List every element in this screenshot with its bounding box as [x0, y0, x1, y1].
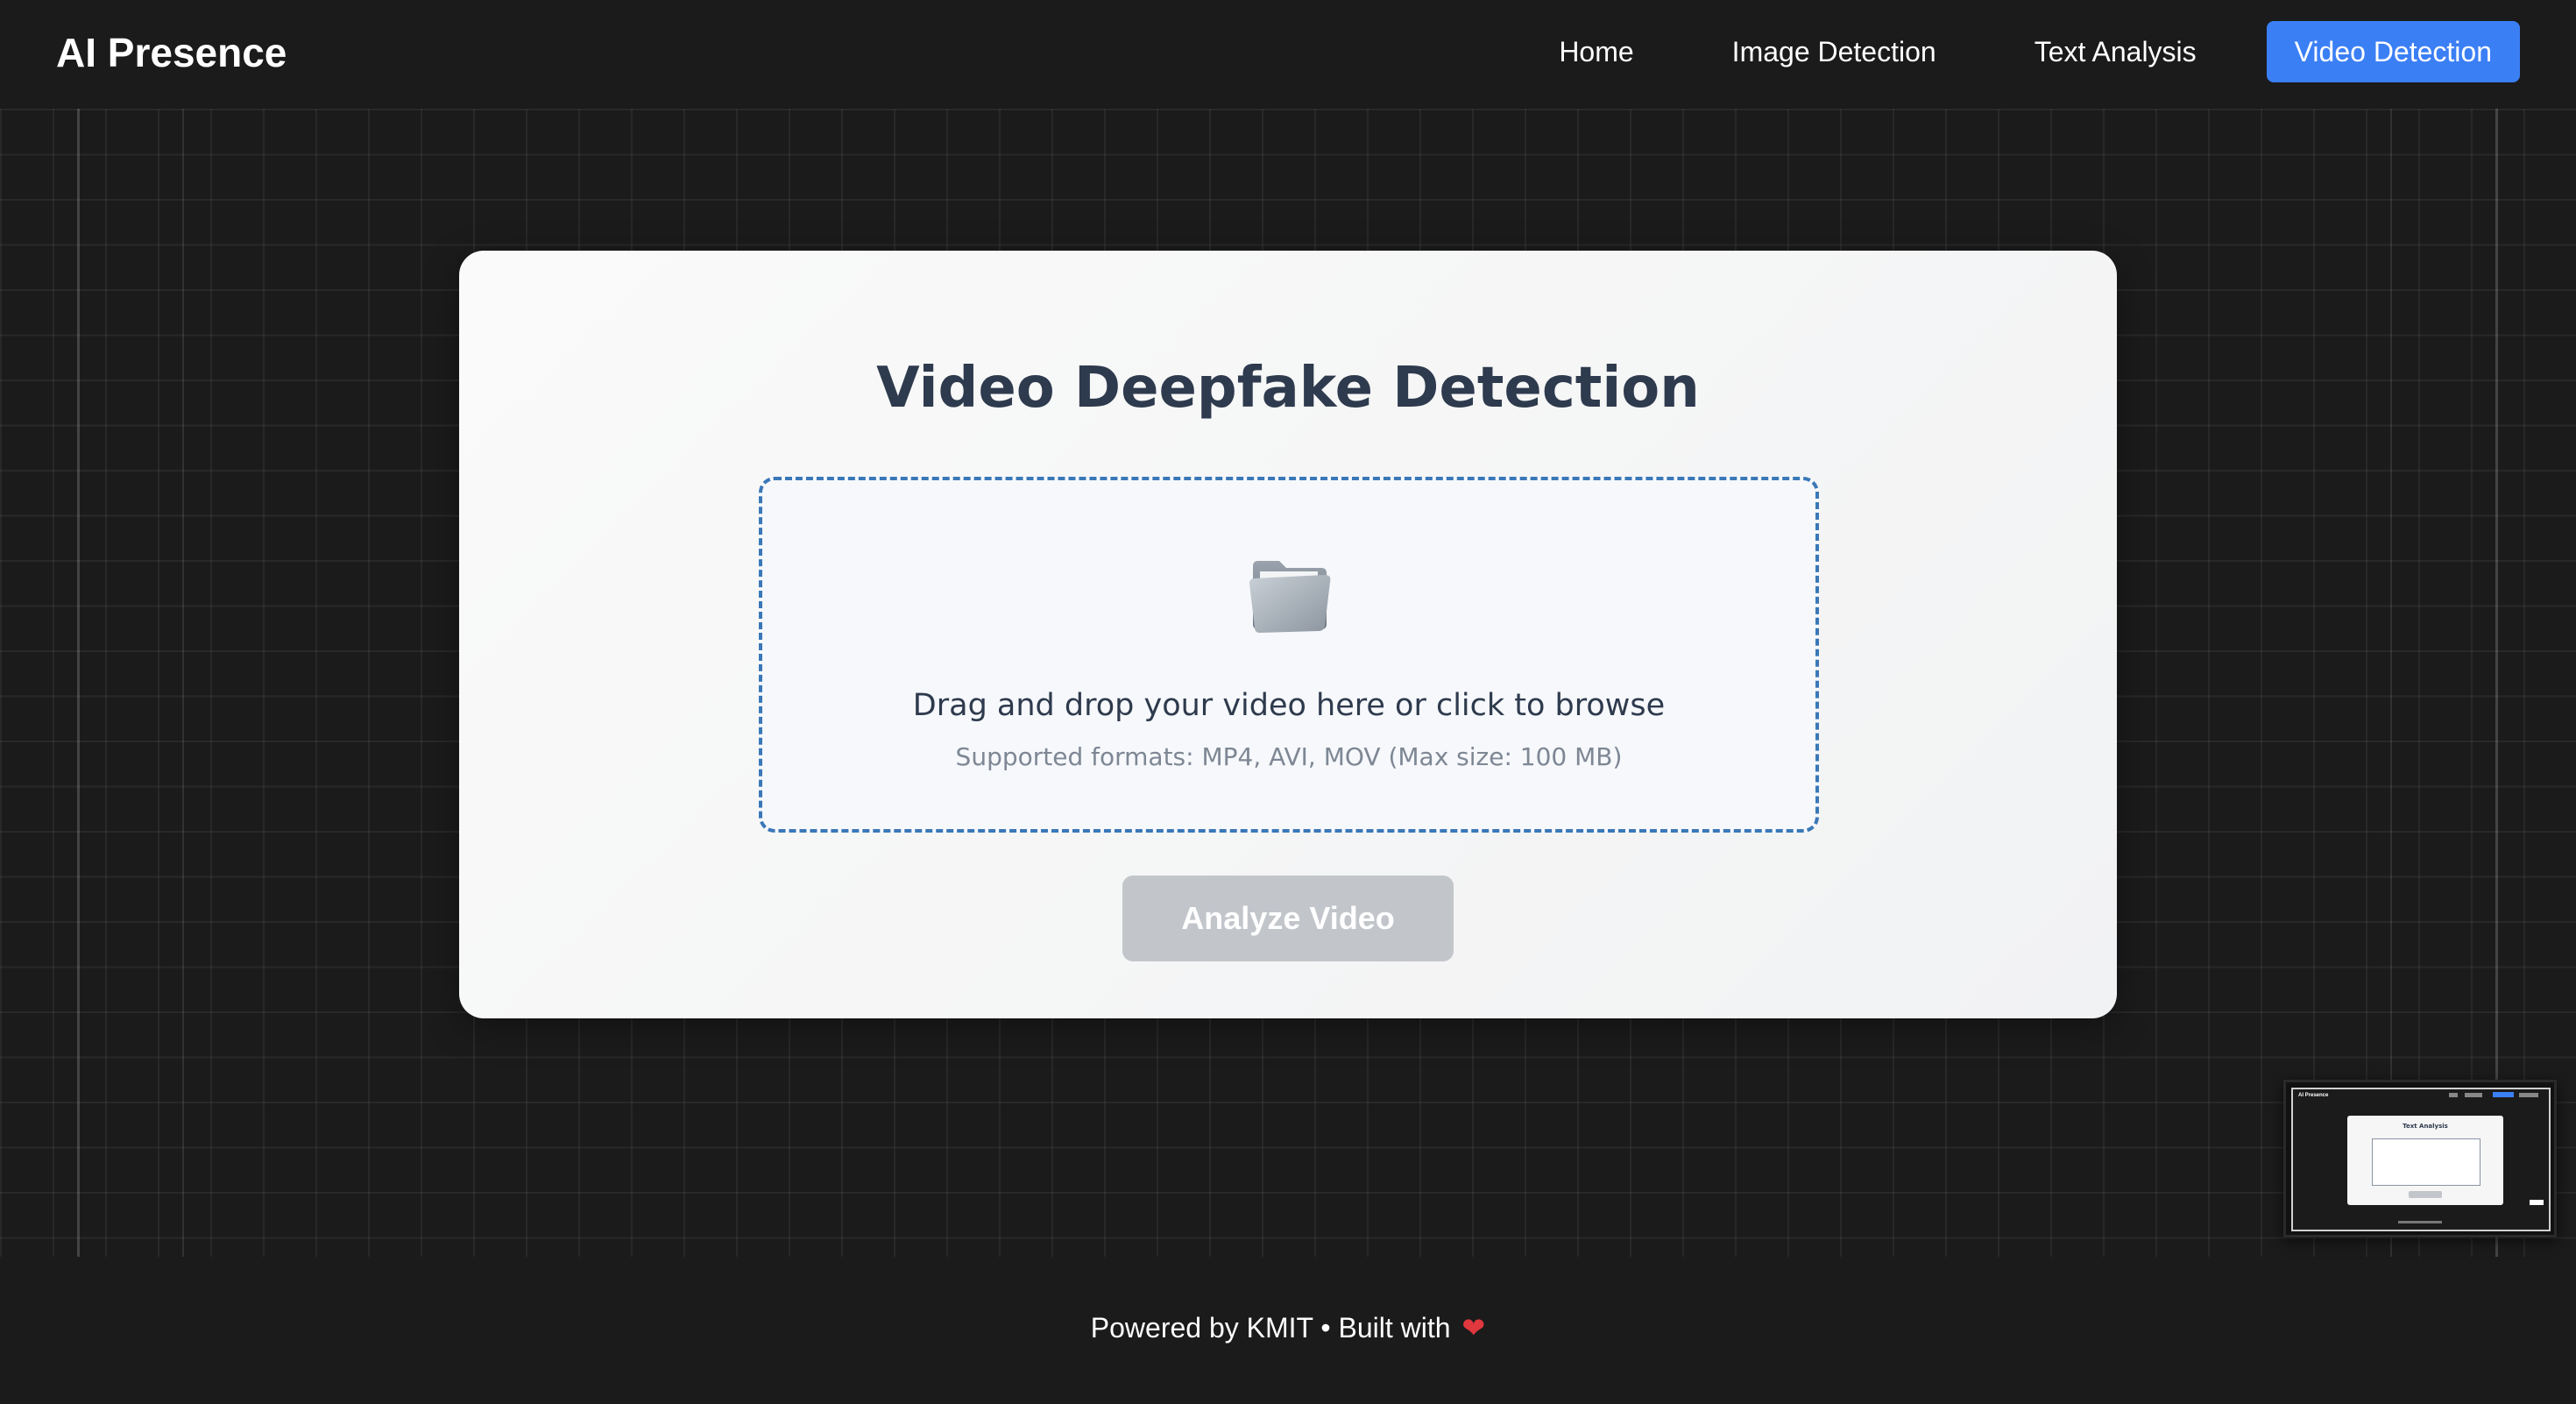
video-dropzone[interactable]: Drag and drop your video here or click t…	[759, 477, 1819, 833]
top-navbar: AI Presence Home Image Detection Text An…	[0, 0, 2576, 109]
dropzone-instructions: Drag and drop your video here or click t…	[912, 688, 1666, 723]
footer-credit: Powered by KMIT • Built with	[1090, 1312, 1451, 1344]
thumbnail-nav-item	[2465, 1093, 2482, 1097]
nav-video-detection[interactable]: Video Detection	[2266, 21, 2520, 82]
thumbnail-nav-item	[2449, 1093, 2458, 1097]
main-nav: Home Image Detection Text Analysis Video…	[1489, 21, 2520, 82]
thumbnail-brand: AI Presence	[2298, 1093, 2329, 1098]
thumbnail-nav-item	[2519, 1093, 2538, 1097]
nav-text-analysis[interactable]: Text Analysis	[2006, 21, 2225, 82]
nav-image-detection[interactable]: Image Detection	[1704, 21, 1964, 82]
analyze-video-button[interactable]: Analyze Video	[1122, 876, 1454, 961]
heart-icon: ❤	[1461, 1312, 1486, 1344]
app-page: AI Presence Home Image Detection Text An…	[0, 0, 2576, 1404]
nav-home[interactable]: Home	[1531, 21, 1661, 82]
thumbnail-card-title: Text Analysis	[2403, 1123, 2448, 1130]
thumbnail-card: Text Analysis	[2347, 1116, 2503, 1205]
grid-guide-line	[182, 109, 184, 1257]
page-footer: Powered by KMIT • Built with ❤	[0, 1306, 2576, 1350]
dropzone-format-hint: Supported formats: MP4, AVI, MOV (Max si…	[955, 742, 1623, 771]
thumbnail-footer	[2398, 1221, 2442, 1223]
upload-card: Video Deepfake Detection Drag and drop y…	[459, 251, 2117, 1018]
page-title: Video Deepfake Detection	[876, 356, 1700, 421]
brand-logo[interactable]: AI Presence	[56, 26, 287, 79]
thumbnail-button	[2409, 1191, 2442, 1198]
grid-guide-line	[77, 109, 80, 1257]
thumbnail-screen: AI Presence Text Analysis	[2291, 1088, 2551, 1231]
thumbnail-indicator	[2530, 1200, 2544, 1205]
page-preview-thumbnail[interactable]: AI Presence Text Analysis	[2283, 1080, 2557, 1237]
folder-icon	[1249, 561, 1331, 633]
thumbnail-textarea	[2372, 1138, 2480, 1186]
thumbnail-nav-active	[2493, 1092, 2514, 1097]
